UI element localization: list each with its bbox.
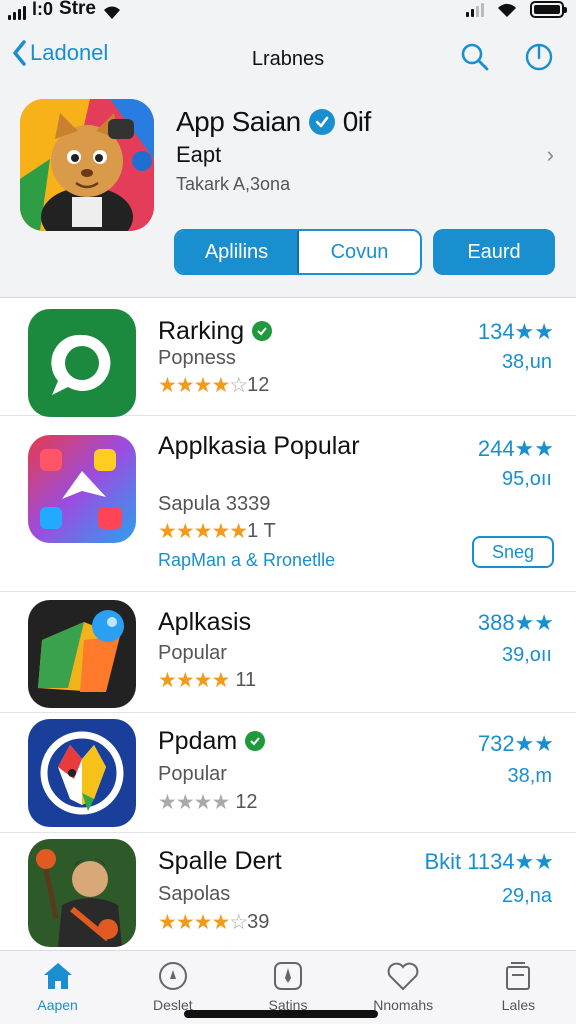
rating-count: 12 — [235, 791, 258, 813]
list-item[interactable]: Spalle Dert Sapolas ★★★★ ☆ 39 Bkit 1134★★ … — [0, 833, 576, 948]
carrier: l:0 Stre — [8, 0, 122, 20]
search-icon — [461, 43, 489, 71]
rating-count: 39 — [247, 911, 270, 933]
cellular-signal-icon — [8, 6, 26, 20]
folder-app-icon — [28, 600, 136, 708]
app-store-screen: l:0 Stre Ladonel Lrabnes App Saian 0if E… — [0, 0, 576, 1024]
star-rating: ★★★★ ☆ 39 — [158, 911, 270, 934]
app-category: Popular — [158, 763, 227, 785]
app-name: Rarking — [158, 317, 273, 345]
star-icons: ★★★★ — [158, 669, 230, 692]
search-button[interactable] — [458, 40, 492, 74]
app-size: 95,oıı — [501, 468, 552, 490]
compass-icon — [158, 962, 187, 990]
library-icon — [506, 962, 531, 990]
star-rating: ★★★★ 12 — [158, 790, 258, 815]
featured-app-icon[interactable] — [20, 99, 154, 231]
star-icons: ★★★★ — [158, 791, 230, 814]
app-size: 29,na — [501, 885, 552, 907]
app-score: 388★★ — [477, 610, 554, 635]
app-list: Rarking Popness ★★★★ ☆ 12 134★★ 38,un Appl… — [0, 299, 576, 948]
primary-action-button[interactable]: Eaurd — [433, 229, 555, 275]
power-icon — [525, 43, 553, 71]
list-item[interactable]: Applkasia Popular Sapula 3339 ★★★★★ 1 T R… — [0, 416, 576, 592]
chevron-right-icon[interactable]: › — [547, 142, 554, 168]
app-category: Popness — [158, 347, 236, 369]
home-indicator — [184, 1010, 378, 1018]
nav-actions — [458, 40, 556, 74]
list-item[interactable]: Ppdam Popular ★★★★ 12 732★★ 38,m — [0, 713, 576, 833]
star-rating: ★★★★★ 1 T — [158, 519, 276, 544]
tab-label: Nnomahs — [373, 997, 434, 1013]
featured-app-subtitle: Eapt — [176, 142, 222, 167]
developer-link[interactable]: RapMan a & Rronetlle — [158, 550, 335, 571]
home-icon — [43, 963, 72, 989]
warrior-game-icon — [28, 839, 136, 947]
fox-app-icon — [28, 719, 136, 827]
heart-icon — [387, 962, 419, 991]
status-right — [466, 1, 567, 18]
segment-covun[interactable]: Covun — [299, 231, 420, 273]
featured-app-badge-text: 0if — [342, 106, 372, 137]
star-rating: ★★★★ 11 — [158, 668, 256, 693]
carrier-glyph: l:0 — [32, 0, 54, 19]
segmented-control: Aplilins Covun — [174, 229, 422, 275]
status-bar: l:0 Stre — [0, 0, 576, 22]
app-size: 38,un — [501, 351, 552, 373]
rating-count: 1 T — [247, 520, 276, 542]
app-name: Ppdam — [158, 727, 266, 755]
rating-count: 11 — [235, 669, 257, 691]
app-score: 732★★ — [477, 731, 554, 756]
rating-count: 12 — [247, 374, 270, 396]
star-icons: ★★★★ — [158, 911, 230, 934]
app-category: Popular — [158, 642, 227, 664]
star-icons: ★★★★ — [158, 374, 230, 397]
carrier-name: Stre — [59, 0, 96, 19]
app-size: 39,oıı — [501, 644, 552, 666]
tab-library[interactable]: Lales — [461, 951, 576, 1024]
verified-badge-icon — [308, 109, 335, 135]
app-name: Applkasia Popular — [158, 432, 360, 460]
app-score: Bkit 1134★★ — [424, 849, 554, 874]
app-name: Spalle Dert — [158, 847, 282, 875]
featured-app-meta: Takark A,3ona — [176, 174, 291, 194]
app-category: Sapolas — [158, 883, 231, 905]
navigation-bar: Ladonel Lrabnes — [0, 38, 576, 82]
list-item[interactable]: Rarking Popness ★★★★ ☆ 12 134★★ 38,un — [0, 299, 576, 417]
wifi-status-icon — [498, 3, 516, 17]
verified-check-icon — [252, 321, 273, 341]
tab-label: Lales — [501, 997, 536, 1013]
featured-app-title: App Saian 0if — [176, 106, 371, 138]
colorful-app-icon — [28, 435, 136, 543]
tab-home[interactable]: Aapen — [0, 951, 115, 1024]
header-area: l:0 Stre Ladonel Lrabnes App Saian 0if E… — [0, 0, 576, 298]
star-icons: ★★★★★ — [158, 520, 248, 543]
tab-label: Aapen — [37, 997, 78, 1013]
rocket-icon — [274, 962, 302, 990]
get-button[interactable]: Sneg — [472, 536, 554, 568]
list-item[interactable]: Aplkasis Popular ★★★★ 11 388★★ 39,oıı — [0, 592, 576, 713]
signal-strength-icon — [466, 2, 484, 17]
app-category: Sapula 3339 — [158, 493, 271, 515]
cat-character-icon — [20, 99, 154, 231]
verified-check-icon — [245, 731, 266, 751]
featured-app-name: App Saian — [176, 106, 301, 137]
chat-app-icon — [28, 309, 136, 417]
app-score: 244★★ — [477, 436, 554, 461]
wifi-icon — [103, 6, 120, 19]
app-name: Aplkasis — [158, 608, 252, 636]
star-rating: ★★★★ ☆ 12 — [158, 374, 270, 397]
segment-aplilins[interactable]: Aplilins — [176, 231, 299, 273]
battery-icon — [530, 1, 567, 18]
app-score: 134★★ — [477, 319, 554, 344]
power-button[interactable] — [522, 40, 556, 74]
app-size: 38,m — [507, 765, 552, 787]
